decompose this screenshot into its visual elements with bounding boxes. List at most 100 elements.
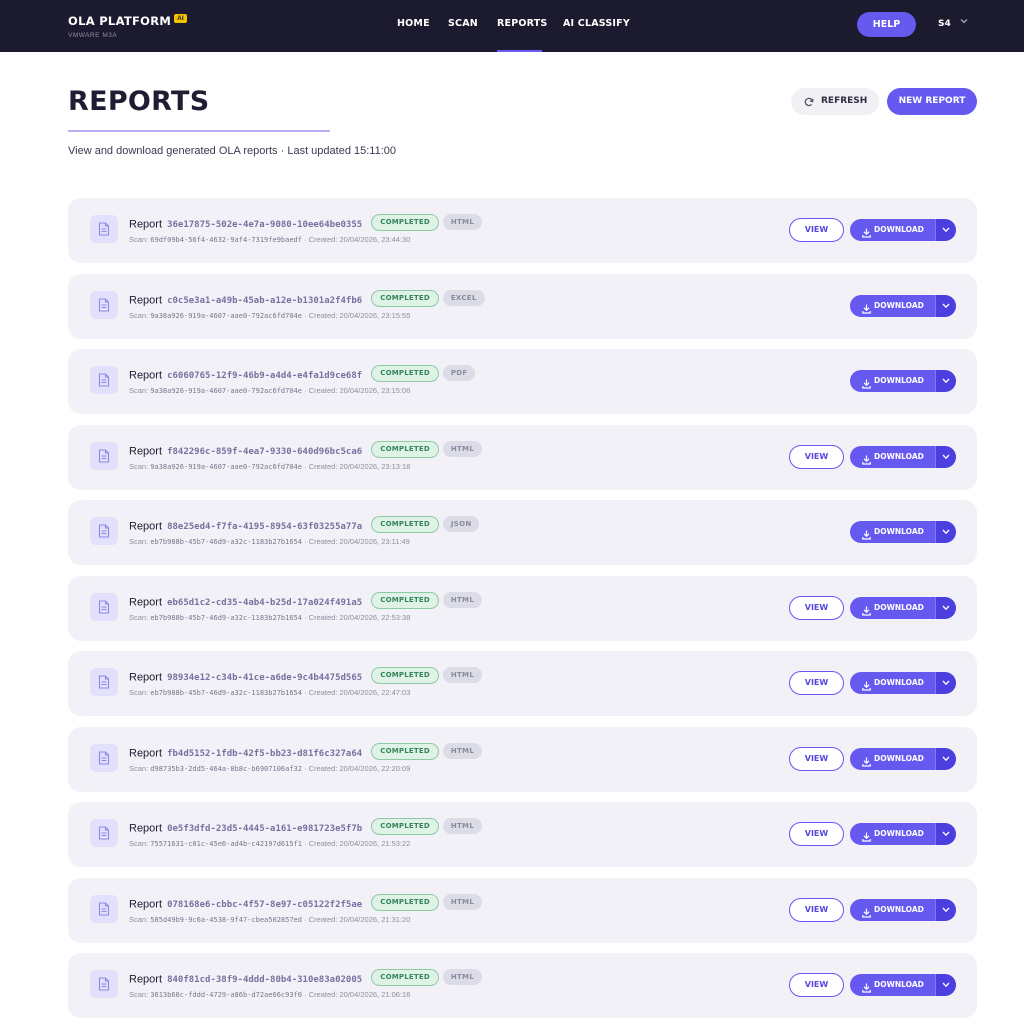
report-meta: Scan: eb7b988b-45b7-46d9-a32c-1183b27b16… [129, 537, 410, 546]
created-prefix: · Created: [301, 386, 340, 395]
report-meta: Scan: 9a38a926-919a-4607-aae0-792ac6fd70… [129, 311, 410, 320]
top-navbar: OLA PLATFORM AI VMWARE M3A HOME SCAN REPO… [0, 0, 1024, 52]
download-icon [862, 603, 871, 619]
download-icon [862, 225, 871, 241]
report-meta: Scan: 3613b60c-fddd-4729-a86b-d72ae66c93… [129, 990, 410, 999]
report-title: Report eb65d1c2-cd35-4ab4-b25d-17a024f49… [129, 591, 483, 611]
download-icon [862, 980, 871, 996]
nav-link-scan[interactable]: SCAN [448, 18, 478, 29]
report-row: Report 98934e12-c34b-41ce-a6de-9c4b4475d… [68, 651, 977, 716]
download-options-toggle[interactable] [935, 898, 956, 921]
view-button[interactable]: VIEW [789, 973, 844, 997]
view-button[interactable]: VIEW [789, 595, 844, 620]
created-date: 20/04/2026, 22:47:03 [339, 688, 411, 697]
nav-link-home[interactable]: HOME [397, 18, 430, 29]
user-menu-chevron-icon[interactable] [960, 17, 968, 28]
download-button[interactable]: DOWNLOAD [850, 445, 935, 468]
created-date: 20/04/2026, 22:53:38 [339, 612, 411, 622]
help-button[interactable]: HELP [857, 12, 916, 37]
report-row: Report 840f81cd-38f9-4ddd-80b4-310e83a02… [68, 953, 977, 1018]
report-meta: Scan: d98735b3-2dd5-464a-8b8c-b6907106af… [129, 764, 410, 773]
chevron-down-icon [942, 982, 950, 988]
scan-id: 9a38a926-919a-4607-aae0-792ac6fd704e [150, 462, 302, 471]
view-button[interactable]: VIEW [789, 746, 844, 771]
report-meta: Scan: eb7b988b-45b7-46d9-a32c-1183b27b16… [129, 613, 410, 622]
report-row: Report 88e25ed4-f7fa-4195-8954-63f03255a… [68, 500, 977, 565]
created-date: 20/04/2026, 23:15:55 [339, 310, 411, 320]
download-options-toggle[interactable] [935, 521, 956, 543]
download-options-toggle[interactable] [935, 596, 956, 619]
format-badge: HTML [442, 893, 483, 910]
download-icon [862, 754, 871, 770]
report-title: Report 0e5f3dfd-23d5-4445-a161-e981723e5… [129, 818, 483, 837]
scan-prefix: Scan: [129, 688, 151, 697]
report-id: eb65d1c2-cd35-4ab4-b25d-17a024f491a5 [167, 597, 363, 608]
download-button[interactable]: DOWNLOAD [850, 974, 935, 996]
view-button[interactable]: VIEW [789, 897, 844, 922]
report-id: 078168e6-cbbc-4f57-8e97-c05122f2f5ae [167, 899, 363, 910]
chevron-down-icon [942, 831, 950, 837]
download-button[interactable]: DOWNLOAD [850, 898, 935, 921]
created-prefix: · Created: [301, 914, 340, 924]
created-date: 20/04/2026, 21:06:16 [339, 990, 411, 999]
chevron-down-icon [942, 680, 950, 686]
new-report-button[interactable]: NEW REPORT [887, 88, 977, 115]
user-avatar[interactable]: S4 [938, 19, 951, 29]
download-split-button: DOWNLOAD [850, 672, 956, 694]
download-button[interactable]: DOWNLOAD [850, 672, 935, 694]
download-button[interactable]: DOWNLOAD [850, 521, 935, 543]
download-button[interactable]: DOWNLOAD [850, 747, 935, 770]
report-row: Report c6060765-12f9-46b9-a4d4-e4fa1d9ce… [68, 349, 977, 414]
download-options-toggle[interactable] [935, 219, 956, 241]
download-button[interactable]: DOWNLOAD [850, 219, 935, 241]
download-split-button: DOWNLOAD [850, 294, 956, 317]
download-options-toggle[interactable] [935, 974, 956, 996]
document-icon [90, 743, 118, 772]
brand-logo[interactable]: OLA PLATFORM AI VMWARE M3A [68, 12, 187, 39]
created-prefix: · Created: [301, 461, 340, 471]
download-options-toggle[interactable] [935, 445, 956, 468]
download-options-toggle[interactable] [935, 672, 956, 694]
report-id: 36e17875-502e-4e7a-9080-10ee64be0355 [167, 220, 363, 231]
download-options-toggle[interactable] [935, 823, 956, 845]
status-badge: COMPLETED [371, 214, 439, 231]
report-row: Report 0e5f3dfd-23d5-4445-a161-e981723e5… [68, 802, 977, 867]
status-badge: COMPLETED [371, 742, 439, 760]
report-id: 98934e12-c34b-41ce-a6de-9c4b4475d565 [167, 673, 363, 684]
download-options-toggle[interactable] [935, 747, 956, 770]
view-button[interactable]: VIEW [789, 671, 844, 695]
download-split-button: DOWNLOAD [850, 898, 956, 921]
document-icon [90, 970, 118, 998]
created-prefix: · Created: [301, 537, 340, 546]
document-icon [90, 290, 118, 319]
scan-id: 9a38a926-919a-4607-aae0-792ac6fd704e [150, 387, 302, 395]
download-options-toggle[interactable] [935, 294, 956, 317]
download-button[interactable]: DOWNLOAD [850, 294, 935, 317]
download-icon [862, 452, 871, 468]
download-options-toggle[interactable] [935, 370, 956, 392]
refresh-icon [804, 88, 814, 115]
report-title: Report fb4d5152-1fdb-42f5-bb23-d81f6c327… [129, 742, 483, 762]
view-button[interactable]: VIEW [789, 444, 844, 469]
report-row: Report fb4d5152-1fdb-42f5-bb23-d81f6c327… [68, 726, 977, 792]
created-date: 20/04/2026, 21:31:20 [339, 914, 411, 924]
scan-id: 585d49b9-9c6a-4538-9f47-cbea502857ed [150, 915, 302, 924]
nav-link-reports[interactable]: REPORTS [497, 18, 547, 29]
view-button[interactable]: VIEW [789, 218, 844, 242]
download-label: DOWNLOAD [874, 904, 924, 914]
view-button[interactable]: VIEW [789, 822, 844, 846]
download-button[interactable]: DOWNLOAD [850, 370, 935, 392]
scan-prefix: Scan: [129, 235, 151, 244]
download-button[interactable]: DOWNLOAD [850, 823, 935, 845]
scan-id: 75571631-c01c-45e6-ad4b-c42197d615f1 [150, 840, 302, 848]
report-row: Report c0c5e3a1-a49b-45ab-a12e-b1301a2f4… [68, 273, 977, 339]
format-badge: HTML [442, 667, 483, 683]
report-row: Report eb65d1c2-cd35-4ab4-b25d-17a024f49… [68, 575, 977, 641]
chevron-down-icon [942, 605, 950, 610]
status-badge: COMPLETED [371, 516, 439, 533]
download-button[interactable]: DOWNLOAD [850, 596, 935, 619]
download-icon [862, 905, 871, 921]
report-word: Report [129, 746, 163, 759]
refresh-button[interactable]: REFRESH [791, 88, 879, 115]
nav-link-ai-classify[interactable]: AI CLASSIFY [563, 18, 630, 29]
